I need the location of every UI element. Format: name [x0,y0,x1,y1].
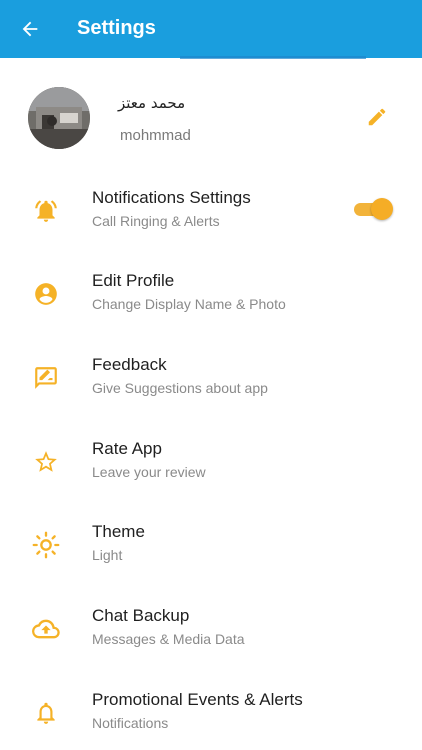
settings-item-chat-backup[interactable]: Chat Backup Messages & Media Data [0,596,422,666]
settings-item-feedback[interactable]: Feedback Give Suggestions about app [0,345,422,415]
settings-item-title: Theme [92,522,145,541]
settings-item-subtitle: Change Display Name & Photo [92,296,286,312]
settings-item-title: Feedback [92,355,167,374]
cloud-upload-icon [30,613,62,645]
back-button[interactable] [14,13,46,45]
settings-item-subtitle: Light [92,547,123,563]
header-underline [180,56,366,59]
settings-item-subtitle: Call Ringing & Alerts [92,213,220,229]
account-circle-icon [30,278,62,310]
settings-item-subtitle: Messages & Media Data [92,631,245,647]
settings-item-title: Rate App [92,439,162,458]
star-icon [30,446,62,478]
edit-profile-button[interactable] [362,102,392,132]
settings-item-subtitle: Notifications [92,715,169,731]
page-title: Settings [77,17,156,39]
toggle-knob [371,198,393,220]
settings-item-theme[interactable]: Theme Light [0,512,422,582]
profile-section[interactable]: محمد معتز mohmmad [0,72,422,162]
settings-item-edit-profile[interactable]: Edit Profile Change Display Name & Photo [0,261,422,331]
profile-username: mohmmad [120,127,191,144]
arrow-left-icon [22,21,38,37]
app-bar: Settings [0,0,422,59]
bell-ringing-icon [30,195,62,227]
settings-item-subtitle: Leave your review [92,464,206,480]
settings-item-title: Notifications Settings [92,188,251,207]
feedback-icon [30,362,62,394]
settings-item-title: Chat Backup [92,606,190,625]
settings-item-notifications[interactable]: Notifications Settings Call Ringing & Al… [0,178,422,248]
bell-icon [30,697,62,729]
pencil-icon [368,108,386,126]
profile-name: محمد معتز [118,94,186,112]
settings-item-title: Edit Profile [92,271,175,290]
settings-item-title: Promotional Events & Alerts [92,690,303,709]
settings-item-promotional-events[interactable]: Promotional Events & Alerts Notification… [0,680,422,750]
avatar[interactable] [28,87,90,149]
sun-icon [30,529,62,561]
avatar-photo [28,87,90,149]
notifications-toggle[interactable] [354,197,394,221]
settings-item-rate-app[interactable]: Rate App Leave your review [0,429,422,499]
settings-item-subtitle: Give Suggestions about app [92,380,268,396]
